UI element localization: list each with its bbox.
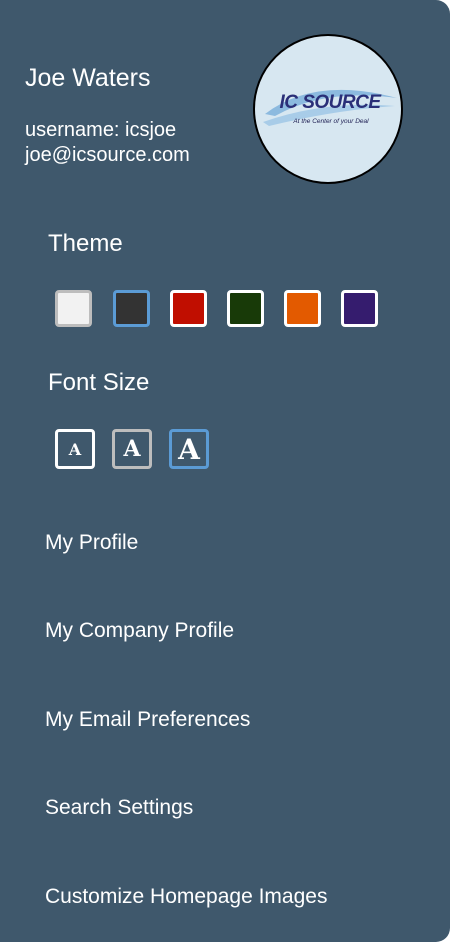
logo-tagline: At the Center of your Deal [293,118,369,125]
menu-search-settings[interactable]: Search Settings [45,795,193,821]
font-size-title: Font Size [48,369,150,396]
user-username: username: icsjoe [25,119,177,141]
theme-swatch-purple[interactable] [341,290,378,327]
user-name: Joe Waters [25,64,151,92]
font-size-large-button[interactable]: A [169,429,209,469]
font-size-medium-button[interactable]: A [112,429,152,469]
theme-title: Theme [48,230,123,257]
logo-brand: IC SOURCE [279,92,381,113]
user-email: joe@icsource.com [25,144,190,166]
menu-my-company-profile[interactable]: My Company Profile [45,618,234,644]
font-size-small-button[interactable]: A [55,429,95,469]
theme-swatch-dark[interactable] [113,290,150,327]
theme-swatch-green[interactable] [227,290,264,327]
theme-swatch-light[interactable] [55,290,92,327]
theme-swatch-orange[interactable] [284,290,321,327]
menu-customize-homepage-images[interactable]: Customize Homepage Images [45,884,327,910]
menu-email-preferences[interactable]: My Email Preferences [45,707,250,733]
avatar[interactable]: IC SOURCE At the Center of your Deal [253,34,403,184]
theme-swatch-red[interactable] [170,290,207,327]
account-panel: Joe Waters username: icsjoe joe@icsource… [0,0,450,942]
menu-my-profile[interactable]: My Profile [45,530,138,556]
